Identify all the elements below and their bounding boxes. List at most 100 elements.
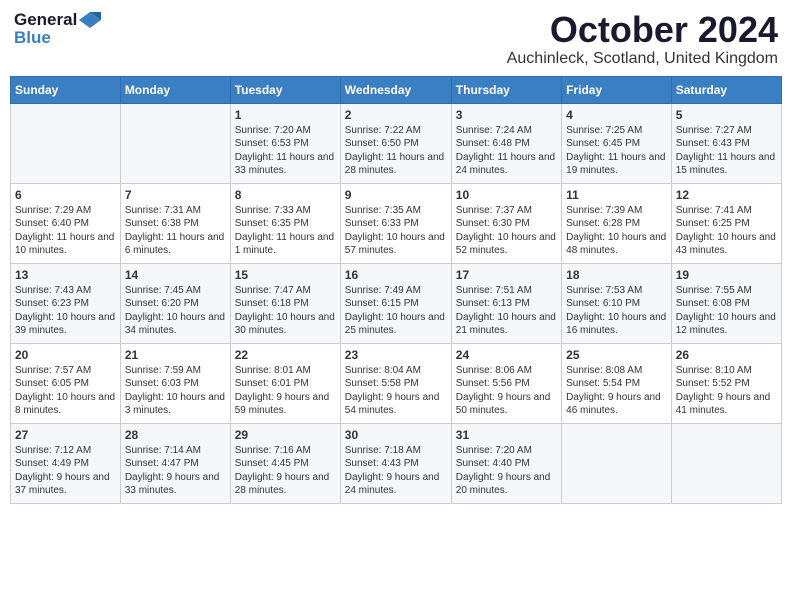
calendar-week-row: 27Sunrise: 7:12 AM Sunset: 4:49 PM Dayli… <box>11 423 782 503</box>
calendar-day-cell: 22 Sunrise: 8:01 AM Sunset: 6:01 PM Dayli… <box>230 343 340 423</box>
weekday-header: Thursday <box>451 76 561 103</box>
calendar-day-cell: 28 Sunrise: 7:14 AM Sunset: 4:47 PM Dayli… <box>120 423 230 503</box>
day-number: 11 <box>566 188 667 202</box>
day-info: Sunrise: 7:31 AM Sunset: 6:38 PM Dayligh… <box>125 204 226 258</box>
calendar-day-cell: 26 Sunrise: 8:10 AM Sunset: 5:52 PM Dayli… <box>671 343 781 423</box>
day-info: Sunrise: 7:20 AM Sunset: 6:53 PM Dayligh… <box>235 124 336 178</box>
calendar-week-row: 1 Sunrise: 7:20 AM Sunset: 6:53 PM Daylig… <box>11 103 782 183</box>
day-number: 24 <box>456 348 557 362</box>
logo: General Blue <box>14 10 101 48</box>
weekday-header: Saturday <box>671 76 781 103</box>
day-info: Sunrise: 7:25 AM Sunset: 6:45 PM Dayligh… <box>566 124 667 178</box>
day-number: 17 <box>456 268 557 282</box>
weekday-header: Sunday <box>11 76 121 103</box>
day-info: Sunrise: 7:16 AM Sunset: 4:45 PM Dayligh… <box>235 444 336 498</box>
logo-general: General <box>14 10 77 30</box>
day-number: 8 <box>235 188 336 202</box>
day-info: Sunrise: 7:41 AM Sunset: 6:25 PM Dayligh… <box>676 204 777 258</box>
calendar-week-row: 20Sunrise: 7:57 AM Sunset: 6:05 PM Dayli… <box>11 343 782 423</box>
day-info: Sunrise: 8:08 AM Sunset: 5:54 PM Dayligh… <box>566 364 667 418</box>
day-info: Sunrise: 7:51 AM Sunset: 6:13 PM Dayligh… <box>456 284 557 338</box>
day-info: Sunrise: 7:59 AM Sunset: 6:03 PM Dayligh… <box>125 364 226 418</box>
day-info: Sunrise: 8:04 AM Sunset: 5:58 PM Dayligh… <box>345 364 447 418</box>
day-info: Sunrise: 7:22 AM Sunset: 6:50 PM Dayligh… <box>345 124 447 178</box>
calendar-week-row: 6 Sunrise: 7:29 AM Sunset: 6:40 PM Daylig… <box>11 183 782 263</box>
calendar-day-cell: 12 Sunrise: 7:41 AM Sunset: 6:25 PM Dayli… <box>671 183 781 263</box>
day-info: Sunrise: 8:10 AM Sunset: 5:52 PM Dayligh… <box>676 364 777 418</box>
calendar-day-cell: 3 Sunrise: 7:24 AM Sunset: 6:48 PM Daylig… <box>451 103 561 183</box>
calendar-day-cell: 20Sunrise: 7:57 AM Sunset: 6:05 PM Dayli… <box>11 343 121 423</box>
day-info: Sunrise: 7:45 AM Sunset: 6:20 PM Dayligh… <box>125 284 226 338</box>
day-number: 20 <box>15 348 116 362</box>
calendar-day-cell: 16 Sunrise: 7:49 AM Sunset: 6:15 PM Dayli… <box>340 263 451 343</box>
calendar-day-cell <box>671 423 781 503</box>
day-info: Sunrise: 7:49 AM Sunset: 6:15 PM Dayligh… <box>345 284 447 338</box>
day-number: 13 <box>15 268 116 282</box>
day-number: 18 <box>566 268 667 282</box>
day-number: 31 <box>456 428 557 442</box>
day-number: 14 <box>125 268 226 282</box>
page-header: General Blue October 2024 Auchinleck, Sc… <box>10 10 782 68</box>
day-info: Sunrise: 7:35 AM Sunset: 6:33 PM Dayligh… <box>345 204 447 258</box>
weekday-header: Friday <box>562 76 672 103</box>
calendar-day-cell: 6 Sunrise: 7:29 AM Sunset: 6:40 PM Daylig… <box>11 183 121 263</box>
calendar-day-cell: 17 Sunrise: 7:51 AM Sunset: 6:13 PM Dayli… <box>451 263 561 343</box>
calendar-day-cell <box>11 103 121 183</box>
calendar-day-cell: 10 Sunrise: 7:37 AM Sunset: 6:30 PM Dayli… <box>451 183 561 263</box>
calendar-day-cell: 27Sunrise: 7:12 AM Sunset: 4:49 PM Dayli… <box>11 423 121 503</box>
calendar-day-cell <box>562 423 672 503</box>
day-info: Sunrise: 7:18 AM Sunset: 4:43 PM Dayligh… <box>345 444 447 498</box>
calendar-day-cell: 19Sunrise: 7:55 AM Sunset: 6:08 PM Dayli… <box>671 263 781 343</box>
day-number: 25 <box>566 348 667 362</box>
calendar-day-cell: 15 Sunrise: 7:47 AM Sunset: 6:18 PM Dayli… <box>230 263 340 343</box>
calendar-day-cell: 31Sunrise: 7:20 AM Sunset: 4:40 PM Dayli… <box>451 423 561 503</box>
calendar-table: SundayMondayTuesdayWednesdayThursdayFrid… <box>10 76 782 504</box>
day-number: 6 <box>15 188 116 202</box>
weekday-header-row: SundayMondayTuesdayWednesdayThursdayFrid… <box>11 76 782 103</box>
day-number: 7 <box>125 188 226 202</box>
day-info: Sunrise: 7:12 AM Sunset: 4:49 PM Dayligh… <box>15 444 116 498</box>
day-info: Sunrise: 7:27 AM Sunset: 6:43 PM Dayligh… <box>676 124 777 178</box>
day-number: 23 <box>345 348 447 362</box>
day-number: 16 <box>345 268 447 282</box>
day-number: 9 <box>345 188 447 202</box>
weekday-header: Wednesday <box>340 76 451 103</box>
day-number: 26 <box>676 348 777 362</box>
day-info: Sunrise: 7:47 AM Sunset: 6:18 PM Dayligh… <box>235 284 336 338</box>
day-number: 12 <box>676 188 777 202</box>
calendar-day-cell: 24 Sunrise: 8:06 AM Sunset: 5:56 PM Dayli… <box>451 343 561 423</box>
day-number: 10 <box>456 188 557 202</box>
day-number: 22 <box>235 348 336 362</box>
logo-icon <box>79 12 101 28</box>
calendar-week-row: 13 Sunrise: 7:43 AM Sunset: 6:23 PM Dayli… <box>11 263 782 343</box>
calendar-day-cell: 13 Sunrise: 7:43 AM Sunset: 6:23 PM Dayli… <box>11 263 121 343</box>
day-info: Sunrise: 7:29 AM Sunset: 6:40 PM Dayligh… <box>15 204 116 258</box>
day-number: 29 <box>235 428 336 442</box>
day-number: 21 <box>125 348 226 362</box>
day-info: Sunrise: 7:37 AM Sunset: 6:30 PM Dayligh… <box>456 204 557 258</box>
day-info: Sunrise: 7:43 AM Sunset: 6:23 PM Dayligh… <box>15 284 116 338</box>
calendar-day-cell: 9 Sunrise: 7:35 AM Sunset: 6:33 PM Daylig… <box>340 183 451 263</box>
calendar-day-cell: 23 Sunrise: 8:04 AM Sunset: 5:58 PM Dayli… <box>340 343 451 423</box>
calendar-day-cell: 30Sunrise: 7:18 AM Sunset: 4:43 PM Dayli… <box>340 423 451 503</box>
calendar-day-cell: 11 Sunrise: 7:39 AM Sunset: 6:28 PM Dayli… <box>562 183 672 263</box>
day-number: 5 <box>676 108 777 122</box>
month-title: October 2024 <box>507 10 778 50</box>
day-info: Sunrise: 7:24 AM Sunset: 6:48 PM Dayligh… <box>456 124 557 178</box>
calendar-day-cell: 1 Sunrise: 7:20 AM Sunset: 6:53 PM Daylig… <box>230 103 340 183</box>
day-info: Sunrise: 8:06 AM Sunset: 5:56 PM Dayligh… <box>456 364 557 418</box>
day-number: 3 <box>456 108 557 122</box>
calendar-day-cell: 7 Sunrise: 7:31 AM Sunset: 6:38 PM Daylig… <box>120 183 230 263</box>
day-number: 15 <box>235 268 336 282</box>
calendar-day-cell <box>120 103 230 183</box>
day-info: Sunrise: 8:01 AM Sunset: 6:01 PM Dayligh… <box>235 364 336 418</box>
day-info: Sunrise: 7:14 AM Sunset: 4:47 PM Dayligh… <box>125 444 226 498</box>
calendar-day-cell: 2 Sunrise: 7:22 AM Sunset: 6:50 PM Daylig… <box>340 103 451 183</box>
calendar-day-cell: 14 Sunrise: 7:45 AM Sunset: 6:20 PM Dayli… <box>120 263 230 343</box>
day-number: 4 <box>566 108 667 122</box>
day-number: 2 <box>345 108 447 122</box>
day-number: 28 <box>125 428 226 442</box>
day-info: Sunrise: 7:39 AM Sunset: 6:28 PM Dayligh… <box>566 204 667 258</box>
day-number: 1 <box>235 108 336 122</box>
day-info: Sunrise: 7:55 AM Sunset: 6:08 PM Dayligh… <box>676 284 777 338</box>
